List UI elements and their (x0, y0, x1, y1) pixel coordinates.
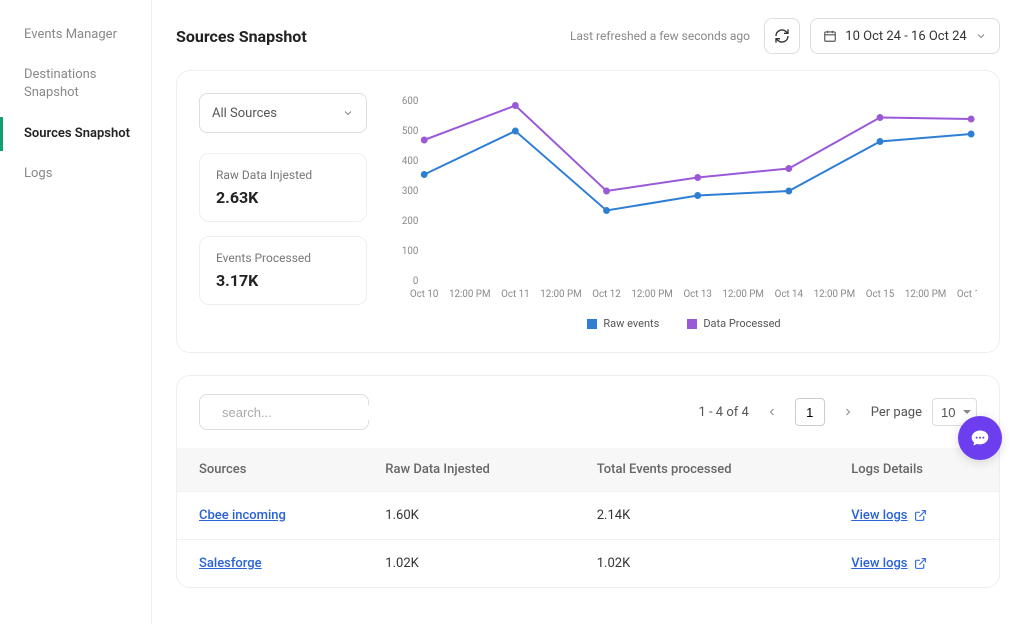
sidebar-item-sources-snapshot[interactable]: Sources Snapshot (0, 117, 151, 151)
stat-label: Events Processed (216, 251, 350, 265)
calendar-icon (823, 29, 837, 43)
legend-label: Data Processed (703, 317, 780, 330)
stat-value: 3.17K (216, 271, 350, 290)
stat-label: Raw Data Injested (216, 168, 350, 182)
svg-text:12:00 PM: 12:00 PM (723, 289, 764, 300)
sidebar: Events Manager Destinations Snapshot Sou… (0, 0, 152, 624)
page-number-input[interactable] (795, 398, 825, 426)
per-page-label: Per page (871, 405, 922, 420)
cell-raw: 1.60K (363, 492, 574, 540)
source-filter-label: All Sources (212, 106, 277, 121)
col-sources: Sources (177, 448, 363, 492)
chevron-down-icon (342, 107, 354, 119)
cell-source: Salesforge (177, 540, 363, 588)
prev-page-button[interactable] (759, 399, 785, 425)
line-chart: 0 100 200 300 400 500 600 Oct 10 12:00 PM Oct 11 1… (391, 93, 977, 303)
svg-text:12:00 PM: 12:00 PM (905, 289, 946, 300)
svg-text:300: 300 (402, 186, 418, 197)
stat-raw-data: Raw Data Injested 2.63K (199, 153, 367, 222)
next-page-button[interactable] (835, 399, 861, 425)
source-link[interactable]: Salesforge (199, 556, 262, 571)
sidebar-item-events-manager[interactable]: Events Manager (0, 18, 151, 52)
cell-total: 1.02K (575, 540, 829, 588)
page-title: Sources Snapshot (176, 27, 307, 46)
svg-text:600: 600 (402, 96, 418, 107)
svg-text:Oct 10: Oct 10 (410, 289, 438, 300)
stat-value: 2.63K (216, 188, 350, 207)
svg-text:Oct 15: Oct 15 (866, 289, 895, 300)
svg-text:0: 0 (413, 276, 418, 287)
chat-icon (970, 428, 990, 448)
sources-table: Sources Raw Data Injested Total Events p… (177, 448, 999, 587)
refresh-icon (774, 28, 790, 44)
pagination: 1 - 4 of 4 Per page 10 (698, 398, 977, 426)
svg-text:Oct 16: Oct 16 (957, 289, 977, 300)
svg-text:Oct 11: Oct 11 (501, 289, 529, 300)
col-raw: Raw Data Injested (363, 448, 574, 492)
date-range-picker[interactable]: 10 Oct 24 - 16 Oct 24 (810, 18, 1000, 54)
sources-table-card: 1 - 4 of 4 Per page 10 (176, 375, 1000, 588)
chart-card: All Sources Raw Data Injested 2.63K Even… (176, 70, 1000, 353)
svg-text:12:00 PM: 12:00 PM (814, 289, 855, 300)
legend-item-processed: Data Processed (687, 317, 780, 330)
main-content: Sources Snapshot Last refreshed a few se… (152, 0, 1024, 624)
chevron-left-icon (766, 406, 778, 418)
view-logs-link[interactable]: View logs (851, 556, 907, 571)
external-link-icon (914, 557, 927, 570)
svg-text:100: 100 (402, 246, 418, 257)
last-refreshed-text: Last refreshed a few seconds ago (570, 29, 750, 43)
svg-text:Oct 13: Oct 13 (683, 289, 711, 300)
view-logs-link[interactable]: View logs (851, 508, 907, 523)
cell-logs: View logs (829, 492, 999, 540)
cell-logs: View logs (829, 540, 999, 588)
svg-text:500: 500 (402, 126, 418, 137)
table-row: Salesforge 1.02K 1.02K View logs (177, 540, 999, 588)
date-range-label: 10 Oct 24 - 16 Oct 24 (845, 29, 966, 44)
table-header-row: Sources Raw Data Injested Total Events p… (177, 448, 999, 492)
chat-widget-button[interactable] (958, 416, 1002, 460)
source-filter-dropdown[interactable]: All Sources (199, 93, 367, 133)
header-row: Sources Snapshot Last refreshed a few se… (176, 18, 1000, 54)
table-toolbar: 1 - 4 of 4 Per page 10 (177, 376, 999, 448)
legend-swatch (687, 319, 697, 329)
legend-swatch (587, 319, 597, 329)
svg-text:200: 200 (402, 216, 418, 227)
search-input[interactable] (222, 405, 398, 420)
svg-text:Oct 12: Oct 12 (592, 289, 621, 300)
search-box[interactable] (199, 394, 369, 430)
legend-label: Raw events (603, 317, 659, 330)
svg-text:Oct 14: Oct 14 (775, 289, 804, 300)
chart-area: 0 100 200 300 400 500 600 Oct 10 12:00 PM Oct 11 1… (391, 93, 977, 330)
source-link[interactable]: Cbee incoming (199, 508, 286, 523)
svg-text:400: 400 (402, 156, 418, 167)
cell-raw: 1.02K (363, 540, 574, 588)
chevron-right-icon (842, 406, 854, 418)
sidebar-item-logs[interactable]: Logs (0, 157, 151, 191)
svg-text:12:00 PM: 12:00 PM (540, 289, 581, 300)
chevron-down-icon (975, 30, 987, 42)
svg-text:12:00 PM: 12:00 PM (631, 289, 672, 300)
external-link-icon (914, 509, 927, 522)
stat-events-processed: Events Processed 3.17K (199, 236, 367, 305)
refresh-button[interactable] (764, 18, 800, 54)
svg-text:12:00 PM: 12:00 PM (449, 289, 490, 300)
chart-legend: Raw events Data Processed (391, 317, 977, 330)
col-total: Total Events processed (575, 448, 829, 492)
chart-left-column: All Sources Raw Data Injested 2.63K Even… (199, 93, 367, 330)
pagination-summary: 1 - 4 of 4 (698, 405, 748, 420)
table-row: Cbee incoming 1.60K 2.14K View logs (177, 492, 999, 540)
cell-source: Cbee incoming (177, 492, 363, 540)
sidebar-item-destinations-snapshot[interactable]: Destinations Snapshot (0, 58, 151, 110)
cell-total: 2.14K (575, 492, 829, 540)
header-actions: Last refreshed a few seconds ago 10 Oct … (570, 18, 1000, 54)
legend-item-raw: Raw events (587, 317, 659, 330)
